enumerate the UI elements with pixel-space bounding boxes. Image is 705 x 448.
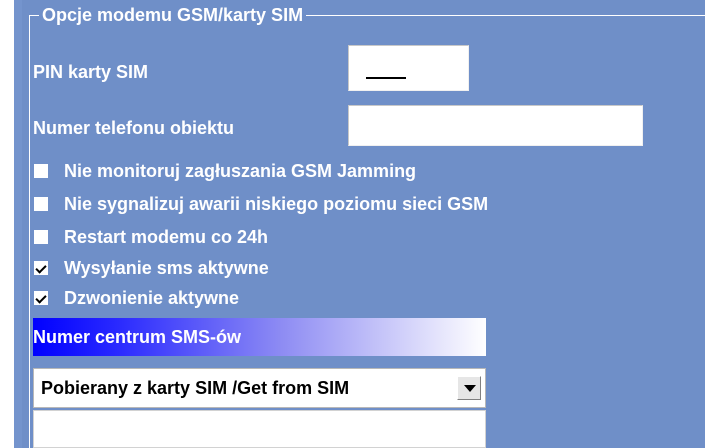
checkbox-gsm-jamming[interactable] xyxy=(34,164,48,178)
option-label-calling-active: Dzwonienie aktywne xyxy=(64,288,240,308)
phone-label: Numer telefonu obiektu xyxy=(33,118,235,138)
left-margin xyxy=(0,0,14,448)
option-row-calling-active[interactable]: Dzwonienie aktywne xyxy=(34,287,239,309)
phone-number-input[interactable] xyxy=(348,105,643,146)
option-row-modem-restart[interactable]: Restart modemu co 24h xyxy=(34,226,268,248)
option-label-modem-restart: Restart modemu co 24h xyxy=(64,227,269,247)
sms-center-number-input[interactable] xyxy=(33,410,486,448)
option-row-low-signal[interactable]: Nie sygnalizuj awarii niskiego poziomu s… xyxy=(34,193,488,215)
pin-input[interactable] xyxy=(348,45,469,91)
sms-center-label: Numer centrum SMS-ów xyxy=(33,327,242,347)
sms-center-source-select[interactable]: Pobierany z karty SIM /Get from SIM xyxy=(33,368,486,408)
sms-center-source-value: Pobierany z karty SIM /Get from SIM xyxy=(41,377,350,398)
chevron-down-icon[interactable] xyxy=(457,376,481,400)
option-label-gsm-jamming: Nie monitoruj zagłuszania GSM Jamming xyxy=(64,161,417,181)
sms-center-header: Numer centrum SMS-ów xyxy=(33,318,486,356)
checkbox-low-signal[interactable] xyxy=(34,197,48,211)
checkbox-sms-active[interactable] xyxy=(34,261,48,275)
pin-label: PIN karty SIM xyxy=(33,62,149,82)
checkbox-calling-active[interactable] xyxy=(34,291,48,305)
pin-mask-icon xyxy=(366,77,406,79)
option-row-sms-active[interactable]: Wysyłanie sms aktywne xyxy=(34,257,269,279)
option-label-low-signal: Nie sygnalizuj awarii niskiego poziomu s… xyxy=(64,194,489,214)
left-divider xyxy=(14,0,22,448)
groupbox-title: Opcje modemu GSM/karty SIM xyxy=(39,4,307,26)
option-label-sms-active: Wysyłanie sms aktywne xyxy=(64,258,269,278)
checkbox-modem-restart[interactable] xyxy=(34,230,48,244)
option-row-gsm-jamming[interactable]: Nie monitoruj zagłuszania GSM Jamming xyxy=(34,160,416,182)
